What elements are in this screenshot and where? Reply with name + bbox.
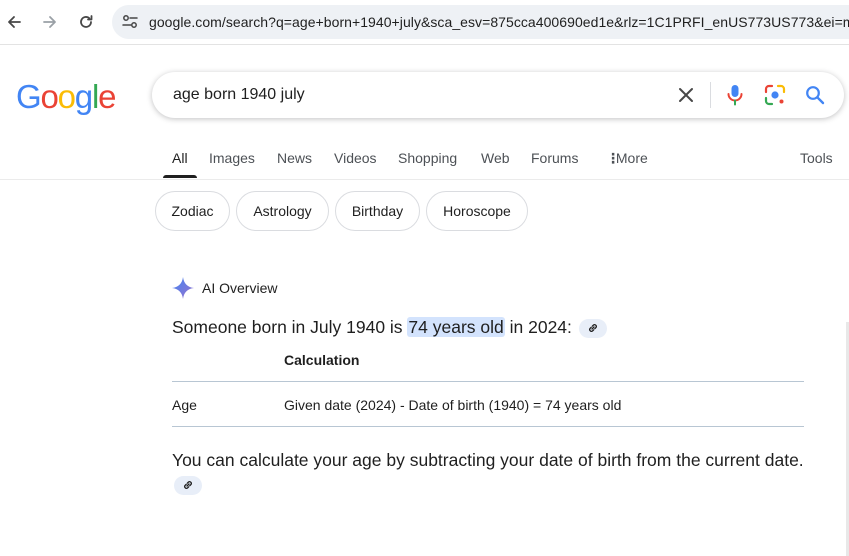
url-text[interactable]: google.com/search?q=age+born+1940+july&s… [149, 14, 849, 30]
tab-news[interactable]: News [277, 150, 312, 166]
address-bar[interactable]: google.com/search?q=age+born+1940+july&s… [112, 5, 849, 39]
chip-horoscope[interactable]: Horoscope [426, 191, 528, 231]
reload-icon [80, 15, 93, 28]
site-settings-icon[interactable] [121, 13, 139, 31]
paragraph-text: You can calculate your age by subtractin… [172, 450, 804, 470]
back-button[interactable] [2, 10, 26, 34]
chip-birthday[interactable]: Birthday [335, 191, 420, 231]
voice-search-button[interactable] [723, 83, 747, 107]
more-vert-icon: ⋮ [606, 150, 620, 166]
tab-more[interactable]: ⋮ More [606, 150, 648, 167]
tab-more-label: More [615, 150, 648, 166]
search-divider [710, 82, 711, 108]
source-link-button[interactable] [578, 318, 607, 338]
tab-images[interactable]: Images [209, 150, 255, 166]
search-input[interactable]: age born 1940 july [173, 86, 305, 104]
arrow-right-icon [43, 16, 56, 28]
chips-band [0, 180, 849, 243]
table-row-label: Age [172, 397, 197, 413]
table-header-calculation: Calculation [284, 352, 360, 368]
search-box[interactable]: age born 1940 july [152, 72, 844, 118]
chip-astrology[interactable]: Astrology [236, 191, 329, 231]
table-row-value: Given date (2024) - Date of birth (1940)… [284, 397, 622, 413]
microphone-icon [727, 85, 743, 106]
tab-shopping[interactable]: Shopping [398, 150, 457, 166]
ai-overview-paragraph: You can calculate your age by subtractin… [172, 448, 812, 496]
arrow-left-icon [8, 16, 21, 28]
lead-text-after: in 2024: [504, 317, 572, 337]
reload-button[interactable] [74, 10, 98, 34]
clear-button[interactable] [674, 83, 698, 107]
lens-search-button[interactable] [763, 83, 787, 107]
ai-overview-title: AI Overview [202, 280, 278, 296]
forward-button[interactable] [38, 10, 62, 34]
table-divider-bottom [172, 426, 804, 427]
browser-toolbar: google.com/search?q=age+born+1940+july&s… [0, 0, 849, 45]
tools-button[interactable]: Tools [800, 150, 833, 166]
sparkle-icon [172, 277, 194, 299]
tab-web[interactable]: Web [481, 150, 510, 166]
source-link-button-2[interactable] [174, 475, 202, 495]
lead-highlight: 74 years old [407, 317, 505, 337]
tab-videos[interactable]: Videos [334, 150, 377, 166]
google-logo[interactable]: Google [16, 78, 116, 116]
tab-all[interactable]: All [172, 150, 188, 166]
chip-zodiac[interactable]: Zodiac [155, 191, 230, 231]
link-icon [184, 481, 192, 490]
table-divider-top [172, 381, 804, 382]
camera-lens-icon [764, 84, 786, 106]
tab-forums[interactable]: Forums [531, 150, 578, 166]
active-tab-indicator [163, 175, 197, 178]
close-icon [679, 88, 693, 102]
ai-overview-lead: Someone born in July 1940 is 74 years ol… [172, 316, 607, 338]
search-icon [806, 86, 825, 105]
link-icon [588, 324, 597, 333]
lead-text-before: Someone born in July 1940 is [172, 317, 408, 337]
search-button[interactable] [803, 83, 827, 107]
